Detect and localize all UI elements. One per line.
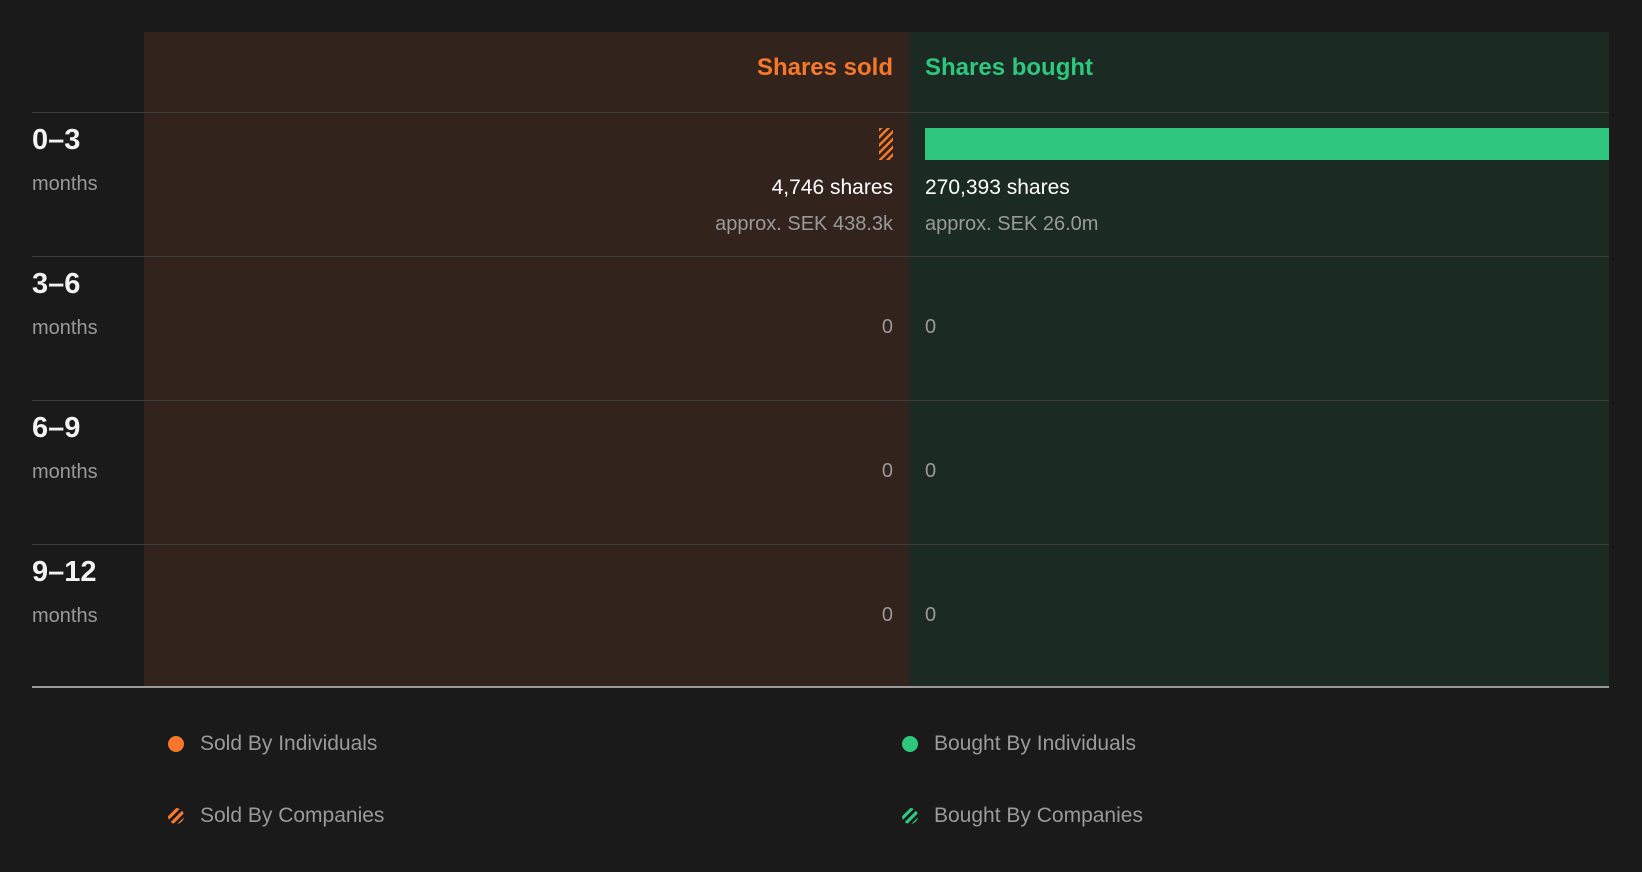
period-range-label: 0–3 [32, 124, 81, 156]
row-divider [32, 544, 1609, 545]
bought-zero-label: 0 [925, 316, 937, 338]
legend-item: Sold By Companies [168, 804, 384, 828]
legend-item: Sold By Individuals [168, 732, 377, 756]
bought-shares-label: 270,393 shares [925, 176, 1070, 199]
sold-zero-label: 0 [881, 460, 893, 482]
bought-zero-label: 0 [925, 460, 937, 482]
shares-bought-header: Shares bought [925, 54, 1094, 81]
shares-sold-panel [144, 32, 909, 687]
bought-value-label: approx. SEK 26.0m [925, 213, 1099, 235]
period-unit-label: months [32, 461, 98, 483]
row-divider [32, 400, 1609, 401]
legend-swatch-icon [168, 808, 184, 824]
insider-trades-chart: Shares sold Shares bought 0–3 months 4,746… [0, 0, 1642, 872]
sold-bar [879, 128, 893, 160]
legend-label: Sold By Companies [200, 804, 385, 827]
legend-item: Bought By Companies [902, 804, 1143, 828]
legend-label: Sold By Individuals [200, 732, 378, 755]
period-range-label: 9–12 [32, 556, 97, 588]
sold-zero-label: 0 [881, 316, 893, 338]
sold-value-label: approx. SEK 438.3k [715, 213, 893, 235]
shares-sold-header: Shares sold [756, 54, 893, 81]
sold-zero-label: 0 [881, 604, 893, 626]
period-unit-label: months [32, 605, 98, 627]
legend-swatch-icon [902, 736, 918, 752]
row-divider [32, 112, 1609, 113]
period-range-label: 3–6 [32, 268, 81, 300]
sold-shares-label: 4,746 shares [771, 176, 893, 199]
bought-bar [925, 128, 1609, 160]
legend-label: Bought By Individuals [934, 732, 1136, 755]
period-range-label: 6–9 [32, 412, 81, 444]
legend-item: Bought By Individuals [902, 732, 1136, 756]
period-unit-label: months [32, 173, 98, 195]
legend-swatch-icon [168, 736, 184, 752]
legend-swatch-icon [902, 808, 918, 824]
chart-baseline [32, 686, 1609, 688]
bought-zero-label: 0 [925, 604, 937, 626]
period-unit-label: months [32, 317, 98, 339]
row-divider [32, 256, 1609, 257]
legend-label: Bought By Companies [934, 804, 1143, 827]
